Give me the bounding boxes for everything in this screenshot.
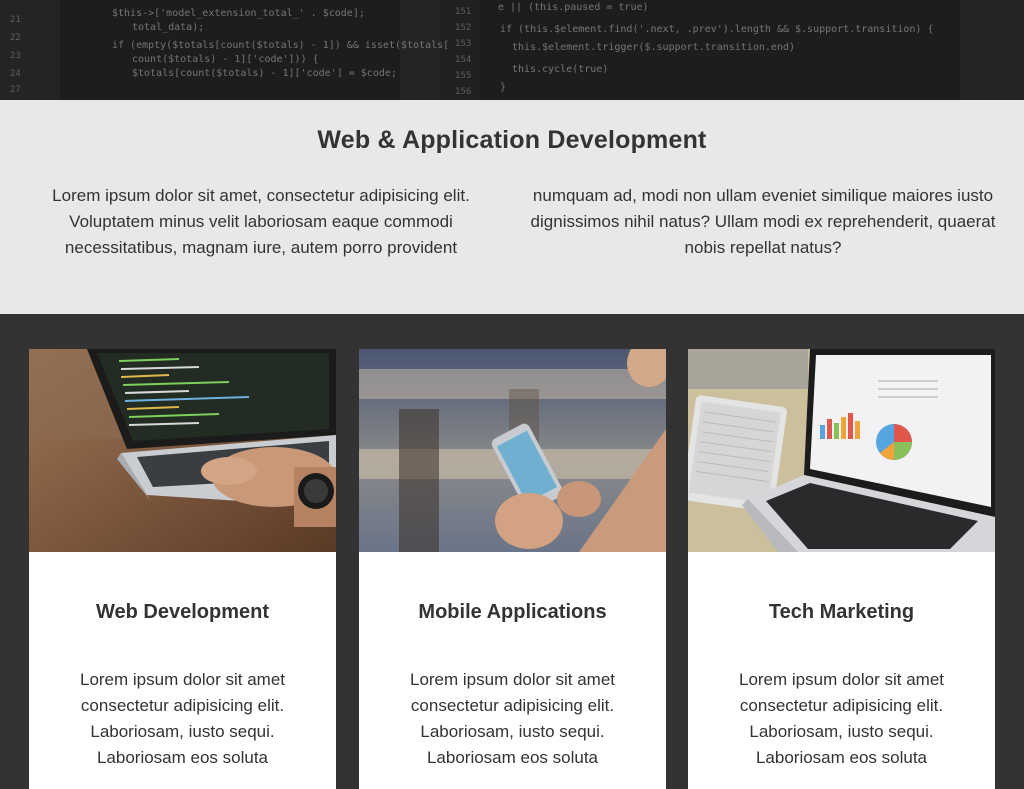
service-card-mobile-applications[interactable]: Mobile Applications Lorem ipsum dolor si… — [359, 349, 666, 789]
card-text: Lorem ipsum dolor sit amet consectetur a… — [738, 670, 945, 767]
card-text: Lorem ipsum dolor sit amet consectetur a… — [79, 670, 286, 767]
card-text: Lorem ipsum dolor sit amet consectetur a… — [409, 670, 616, 767]
hero-code-banner: 21 22 23 24 27 151 152 153 154 155 156 $… — [0, 0, 1024, 100]
card-title: Web Development — [96, 601, 269, 623]
section-title: Web & Application Development — [317, 126, 707, 154]
laptop-charts-photo — [688, 349, 995, 552]
intro-section: Web & Application Development Lorem ipsu… — [0, 100, 1024, 314]
intro-text-left: Lorem ipsum dolor sit amet, consectetur … — [52, 186, 470, 257]
code-background-image: 21 22 23 24 27 151 152 153 154 155 156 $… — [0, 0, 1024, 100]
card-title: Mobile Applications — [418, 601, 607, 623]
service-card-tech-marketing[interactable]: Tech Marketing Lorem ipsum dolor sit ame… — [688, 349, 995, 789]
intro-text-right: numquam ad, modi non ullam eveniet simil… — [530, 186, 996, 257]
smartphone-photo — [359, 349, 666, 552]
laptop-code-photo — [29, 349, 336, 552]
card-title: Tech Marketing — [768, 601, 915, 623]
service-card-web-development[interactable]: Web Development Lorem ipsum dolor sit am… — [29, 349, 336, 789]
services-section: Web Development Lorem ipsum dolor sit am… — [0, 314, 1024, 789]
